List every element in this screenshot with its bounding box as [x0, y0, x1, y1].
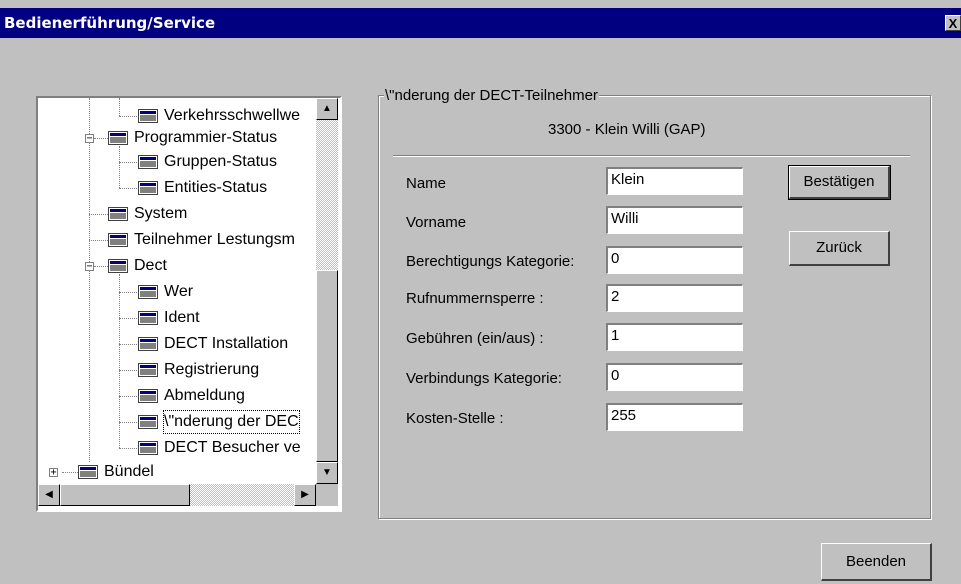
- tree-line: [89, 214, 108, 215]
- document-icon: [138, 441, 158, 455]
- close-button[interactable]: X: [945, 15, 961, 31]
- tree-line: [119, 98, 120, 116]
- collapse-icon[interactable]: −: [85, 262, 94, 272]
- gebuehren-label: Gebühren (ein/aus) :: [406, 330, 544, 347]
- expand-icon[interactable]: +: [49, 468, 58, 478]
- vertical-scroll-thumb[interactable]: [316, 270, 338, 462]
- tree-line: [89, 98, 90, 462]
- tree-line: [119, 448, 137, 449]
- collapse-icon[interactable]: −: [85, 134, 94, 144]
- document-icon: [108, 259, 128, 273]
- scroll-left-button[interactable]: ◀: [38, 484, 60, 506]
- kosten-stelle-field[interactable]: 255: [606, 403, 743, 431]
- tree-item-label: Wer: [164, 283, 194, 300]
- tree-content: − − + Verkehrsschwellwe Programmier-Stat…: [38, 98, 316, 484]
- tree-item-label: System: [134, 205, 188, 222]
- document-icon: [138, 181, 158, 195]
- group-title: \"nderung der DECT-Teilnehmer: [384, 87, 599, 105]
- tree-item-label: Verkehrsschwellwe: [164, 107, 301, 124]
- document-icon: [108, 207, 128, 221]
- tree-line: [89, 240, 108, 241]
- subscriber-subtitle: 3300 - Klein Willi (GAP): [548, 121, 706, 138]
- scrollbar-corner: [316, 484, 338, 506]
- tree-item-label: Dect: [134, 257, 167, 274]
- tree-line: [119, 422, 137, 423]
- group-separator: [393, 155, 910, 157]
- tree-line: [94, 266, 108, 267]
- scroll-down-button[interactable]: ▼: [316, 462, 338, 484]
- tree-line: [94, 138, 108, 139]
- name-label: Name: [406, 175, 447, 192]
- title-bar: Bedienerführung/Service X: [0, 8, 961, 38]
- tree-line: [119, 292, 137, 293]
- verbindungs-kategorie-label: Verbindungs Kategorie:: [406, 370, 562, 387]
- tree-item-label: Registrierung: [164, 361, 260, 378]
- document-icon: [108, 131, 128, 145]
- confirm-button[interactable]: Bestätigen: [788, 165, 891, 200]
- tree-item-label: Bündel: [104, 463, 154, 480]
- vorname-label: Vorname: [406, 214, 467, 231]
- tree-item-label: Gruppen-Status: [164, 153, 277, 170]
- tree-item-label: Ident: [164, 309, 200, 326]
- berechtigungs-kategorie-label: Berechtigungs Kategorie:: [406, 253, 575, 270]
- tree-item-label: DECT Besucher ve: [164, 439, 301, 456]
- name-field[interactable]: Klein: [606, 167, 743, 195]
- tree-line: [119, 162, 137, 163]
- tree-item-label: Entities-Status: [164, 179, 268, 196]
- tree-line: [62, 472, 78, 473]
- document-icon: [108, 233, 128, 247]
- document-icon: [138, 311, 158, 325]
- tree-item-label: DECT Installation: [164, 335, 289, 352]
- scroll-right-button[interactable]: ▶: [294, 484, 316, 506]
- document-icon: [78, 465, 98, 479]
- tree-item-label: \"nderung der DEC: [163, 410, 300, 434]
- rufnummernsperre-field[interactable]: 2: [606, 284, 743, 312]
- tree-line: [119, 370, 137, 371]
- tree-item-label: Abmeldung: [164, 387, 245, 404]
- tree-line: [119, 146, 120, 188]
- gebuehren-field[interactable]: 1: [606, 323, 743, 351]
- tree-vertical-scrollbar[interactable]: ▲ ▼: [316, 98, 338, 484]
- tree-line: [119, 396, 137, 397]
- kosten-stelle-label: Kosten-Stelle :: [406, 410, 504, 427]
- berechtigungs-kategorie-field[interactable]: 0: [606, 246, 743, 274]
- tree-horizontal-scrollbar[interactable]: ◀ ▶: [38, 484, 316, 506]
- tree-item-label: Programmier-Status: [134, 129, 278, 146]
- rufnummernsperre-label: Rufnummernsperre :: [406, 290, 544, 307]
- exit-button[interactable]: Beenden: [821, 543, 932, 581]
- horizontal-scroll-thumb[interactable]: [60, 484, 190, 506]
- tree-line: [119, 318, 137, 319]
- tree-line: [119, 188, 137, 189]
- vorname-field[interactable]: Willi: [606, 206, 743, 234]
- document-icon: [138, 363, 158, 377]
- document-icon: [138, 109, 158, 123]
- navigation-tree[interactable]: − − + Verkehrsschwellwe Programmier-Stat…: [36, 96, 342, 512]
- tree-item-label: Teilnehmer Lestungsm: [134, 231, 295, 248]
- document-icon: [138, 285, 158, 299]
- scroll-up-button[interactable]: ▲: [316, 98, 338, 120]
- tree-line: [119, 344, 137, 345]
- tree-line: [119, 116, 137, 117]
- window-title: Bedienerführung/Service: [4, 14, 216, 32]
- document-icon: [138, 337, 158, 351]
- document-icon: [138, 415, 158, 429]
- document-icon: [138, 389, 158, 403]
- verbindungs-kategorie-field[interactable]: 0: [606, 363, 743, 391]
- document-icon: [138, 155, 158, 169]
- back-button[interactable]: Zurück: [789, 231, 890, 266]
